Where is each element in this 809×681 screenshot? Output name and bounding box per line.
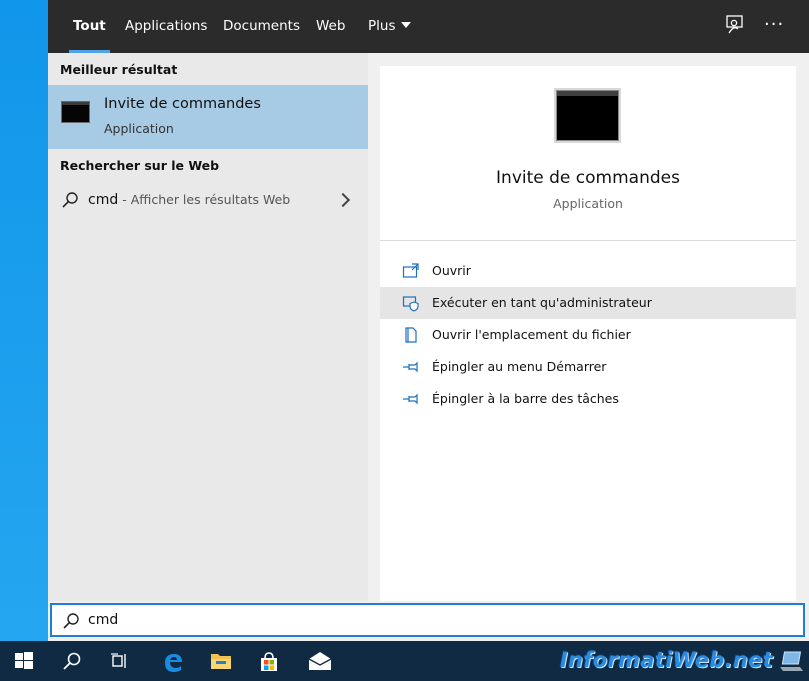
search-icon [63,613,79,629]
tab-documents[interactable]: Documents [223,0,300,53]
action-pin-start[interactable]: Épingler au menu Démarrer [380,351,796,383]
preview-subtitle: Application [553,196,623,211]
tab-all[interactable]: Tout [69,0,110,53]
tab-web[interactable]: Web [316,0,345,53]
feedback-icon[interactable] [723,14,747,38]
run-as-admin-icon [402,296,419,312]
tab-more-label: Plus [368,18,396,34]
action-pin-start-label: Épingler au menu Démarrer [432,359,607,374]
edge-icon [165,654,182,672]
search-input[interactable] [88,609,688,631]
more-options-icon[interactable]: ··· [764,14,788,38]
file-location-icon [405,327,417,343]
search-start-panel: Tout Applications Documents Web Plus ···… [48,0,809,641]
chevron-right-icon[interactable] [335,192,351,208]
action-run-as-admin-label: Exécuter en tant qu'administrateur [432,295,652,310]
best-result-heading: Meilleur résultat [60,62,178,77]
command-prompt-icon [61,101,90,123]
web-result-text: cmd - Afficher les résultats Web [88,192,290,208]
windows-start-icon [15,652,33,669]
taskbar-search-button[interactable] [48,641,96,681]
action-open-file-location-label: Ouvrir l'emplacement du fichier [432,327,631,342]
taskbar: InformatiWeb.net [0,641,809,681]
search-box[interactable] [50,603,805,637]
best-result-subtitle: Application [104,121,174,136]
web-result-item[interactable]: cmd - Afficher les résultats Web [48,185,368,215]
results-list: Meilleur résultat Invite de commandes Ap… [48,53,368,601]
action-open-label: Ouvrir [432,263,471,278]
start-button[interactable] [0,641,48,681]
site-watermark: InformatiWeb.net [559,648,773,672]
tab-more[interactable]: Plus [368,0,412,53]
search-filter-bar: Tout Applications Documents Web Plus ··· [48,0,809,53]
mail-icon [308,652,332,670]
action-open-file-location[interactable]: Ouvrir l'emplacement du fichier [380,319,796,351]
open-icon [402,263,419,278]
preview-title: Invite de commandes [496,168,680,188]
action-run-as-admin[interactable]: Exécuter en tant qu'administrateur [380,287,796,319]
search-icon [63,652,81,670]
command-prompt-large-icon [556,90,619,141]
laptop-logo-icon [780,651,803,671]
file-explorer-button[interactable] [196,641,244,681]
tab-applications[interactable]: Applications [125,0,207,53]
file-explorer-icon [211,654,231,669]
task-view-button[interactable] [96,641,144,681]
web-search-heading: Rechercher sur le Web [60,158,220,173]
edge-button[interactable] [148,641,196,681]
best-result-title: Invite de commandes [104,96,261,112]
desktop-background [0,0,48,641]
action-pin-taskbar-label: Épingler à la barre des tâches [432,391,619,406]
best-result-item[interactable]: Invite de commandes Application [48,85,368,149]
preview-pane: Invite de commandes Application Ouvrir E… [380,66,796,601]
pin-icon [403,361,418,373]
action-pin-taskbar[interactable]: Épingler à la barre des tâches [380,383,796,415]
store-icon [261,652,277,671]
web-hint: - Afficher les résultats Web [118,192,291,207]
divider [380,240,796,241]
caret-down-icon [401,22,412,28]
store-button[interactable] [244,641,292,681]
action-open[interactable]: Ouvrir [380,255,796,287]
web-query: cmd [88,192,119,208]
mail-button[interactable] [294,641,342,681]
pin-icon [403,393,418,405]
task-view-icon [111,653,126,668]
search-icon [62,192,78,208]
